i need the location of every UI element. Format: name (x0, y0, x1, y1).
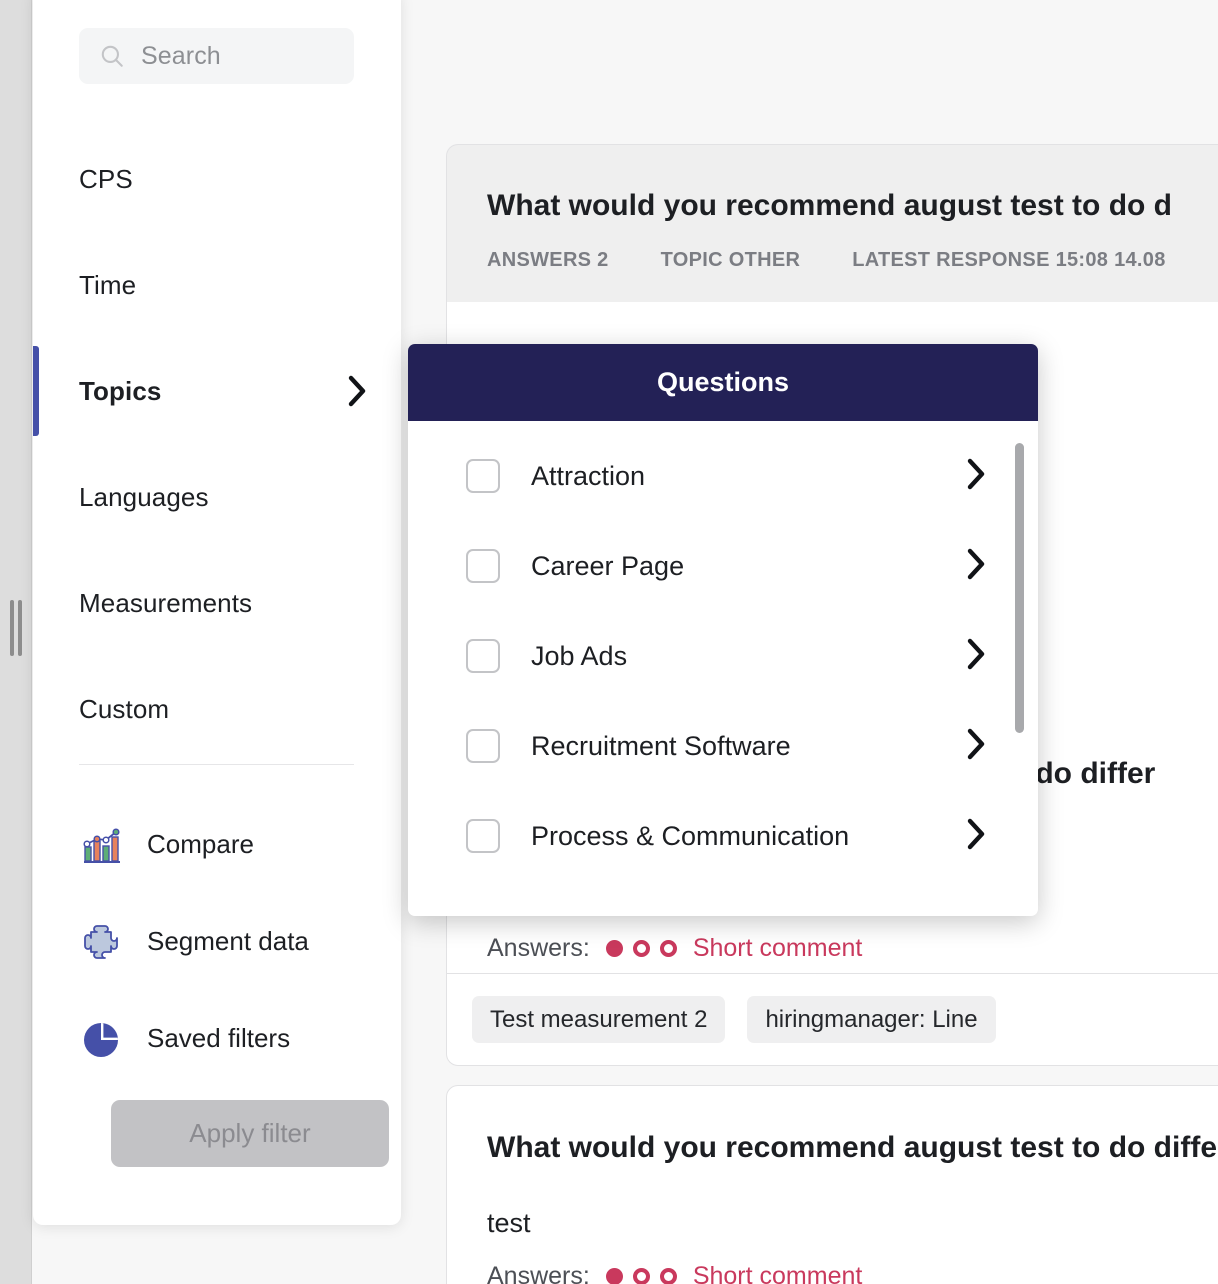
answer-rating-dots (605, 940, 677, 957)
meta-answers: ANSWERS 2 (487, 249, 609, 271)
tag-pill[interactable]: Test measurement 2 (472, 996, 726, 1043)
checkbox-process-communication[interactable] (466, 819, 500, 853)
question-card-meta: ANSWERS 2 TOPIC OTHER LATEST RESPONSE 15… (487, 249, 1166, 272)
sidebar-item-time[interactable]: Time (33, 232, 401, 338)
sidebar-item-cps[interactable]: CPS (33, 126, 401, 232)
drag-handle-icon[interactable] (8, 600, 24, 656)
dropdown-item-label: Recruitment Software (531, 730, 791, 761)
dot-hollow (632, 940, 650, 957)
search-placeholder: Search (141, 41, 221, 70)
dropdown-item-label: Attraction (531, 460, 646, 491)
question-card-2-title: What would you recommend august test to … (487, 1131, 1218, 1164)
filter-sidebar: Search CPS Time Topics Languages Measure… (33, 0, 401, 1225)
dropdown-item-label: Career Page (531, 550, 685, 581)
chevron-right-icon[interactable] (966, 457, 988, 496)
panel-resize-rail[interactable] (0, 0, 32, 1284)
dot-hollow (659, 940, 677, 957)
puzzle-piece-icon (84, 924, 118, 959)
questions-dropdown-header: Questions (408, 344, 1038, 421)
pie-chart-icon (84, 1022, 118, 1057)
sidebar-item-segment-data[interactable]: Segment data (33, 893, 401, 990)
questions-dropdown-title: Questions (656, 367, 790, 397)
sidebar-item-label: Custom (79, 693, 170, 724)
sidebar-tool-label: Compare (147, 829, 254, 859)
apply-filter-button[interactable]: Apply filter (111, 1100, 389, 1167)
answers-label: Answers: (487, 934, 590, 962)
checkbox-attraction[interactable] (466, 459, 500, 493)
answers-row: Answers: Short comment (487, 1262, 862, 1284)
dropdown-item-process-communication[interactable]: Process & Communication (408, 791, 1038, 881)
dropdown-item-label: Process & Communication (531, 820, 850, 851)
checkbox-recruitment-software[interactable] (466, 729, 500, 763)
sidebar-nav: CPS Time Topics Languages Measurements C… (33, 126, 401, 762)
checkbox-job-ads[interactable] (466, 639, 500, 673)
search-input[interactable]: Search (79, 28, 354, 84)
dropdown-item-attraction[interactable]: Attraction (408, 431, 1038, 521)
sidebar-tool-label: Segment data (147, 926, 309, 956)
sidebar-item-label: Measurements (79, 587, 253, 618)
sidebar-tool-label: Saved filters (147, 1023, 291, 1053)
tag-pill[interactable]: hiringmanager: Line (747, 996, 996, 1043)
bar-chart-icon (83, 827, 120, 863)
answers-tag: Short comment (692, 934, 863, 962)
chevron-right-icon[interactable] (966, 547, 988, 586)
dropdown-scrollbar[interactable] (1015, 443, 1024, 733)
question-card-2: What would you recommend august test to … (446, 1085, 1218, 1284)
dot-hollow (659, 1268, 677, 1284)
sidebar-item-languages[interactable]: Languages (33, 444, 401, 550)
sidebar-tools: Compare Segment data Saved filters (33, 796, 401, 1087)
sidebar-divider (79, 764, 354, 765)
sidebar-item-custom[interactable]: Custom (33, 656, 401, 762)
chevron-right-icon (347, 374, 369, 408)
meta-latest-response: LATEST RESPONSE 15:08 14.08 (852, 249, 1166, 271)
sidebar-item-compare[interactable]: Compare (33, 796, 401, 893)
sidebar-item-measurements[interactable]: Measurements (33, 550, 401, 656)
questions-dropdown-list: Attraction Career Page Job Ads Recruitme… (408, 421, 1038, 881)
sidebar-item-label: Time (79, 269, 137, 300)
answers-row: Answers: Short comment (487, 934, 862, 963)
sidebar-item-label: Topics (79, 375, 162, 406)
app-root: Search CPS Time Topics Languages Measure… (0, 0, 1218, 1284)
dropdown-item-recruitment-software[interactable]: Recruitment Software (408, 701, 1038, 791)
search-icon (101, 45, 123, 67)
questions-dropdown: Questions Attraction Career Page Job Ads… (408, 344, 1038, 916)
dot-filled (605, 1268, 623, 1284)
chevron-right-icon[interactable] (966, 637, 988, 676)
chevron-right-icon[interactable] (966, 817, 988, 856)
sidebar-item-topics[interactable]: Topics (33, 338, 401, 444)
dropdown-item-career-page[interactable]: Career Page (408, 521, 1038, 611)
dot-hollow (632, 1268, 650, 1284)
question-card-header: What would you recommend august test to … (446, 144, 1218, 302)
sidebar-item-label: Languages (79, 481, 209, 512)
dropdown-item-job-ads[interactable]: Job Ads (408, 611, 1038, 701)
answers-label: Answers: (487, 1262, 590, 1284)
sidebar-item-saved-filters[interactable]: Saved filters (33, 990, 401, 1087)
answers-tag: Short comment (692, 1262, 863, 1284)
checkbox-career-page[interactable] (466, 549, 500, 583)
meta-topic: TOPIC OTHER (660, 249, 801, 271)
question-card-title: What would you recommend august test to … (487, 189, 1173, 222)
question-card-2-answer-text: test (487, 1208, 531, 1238)
chevron-right-icon[interactable] (966, 727, 988, 766)
dropdown-item-label: Job Ads (531, 640, 628, 671)
sidebar-item-label: CPS (79, 163, 133, 194)
dot-filled (605, 940, 623, 957)
question-card-tags: Test measurement 2 hiringmanager: Line (446, 974, 1218, 1066)
answer-rating-dots (605, 1268, 677, 1284)
